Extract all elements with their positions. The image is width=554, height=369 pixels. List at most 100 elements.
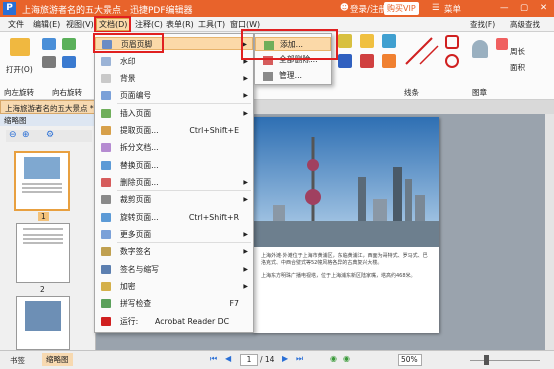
menu-item-label: 拆分文档... — [120, 143, 159, 152]
doc-menu-item[interactable]: 背景 ▶ — [95, 72, 253, 85]
doc-menu-item[interactable]: 裁剪页面 ▶ — [95, 193, 253, 206]
page-thumbnail-2[interactable] — [16, 223, 70, 283]
thumbnail-panel-header: 缩略图 — [0, 114, 96, 126]
document-tab[interactable]: 上海旅游者名的五大景点 * — [0, 100, 100, 114]
perimeter-button[interactable]: 周长 — [510, 46, 525, 57]
doc-menu-item[interactable]: 水印 ▶ — [95, 55, 253, 68]
thumbnails-tab[interactable]: 缩略图 — [42, 353, 73, 366]
undo-icon[interactable] — [62, 38, 76, 50]
user-icon[interactable]: ☻ — [340, 3, 349, 13]
back-icon[interactable]: ◉ — [330, 354, 337, 363]
prev-page-icon[interactable]: ◀ — [225, 354, 231, 363]
menu-comment[interactable]: 注释(C) — [135, 19, 163, 30]
rectangle-tool-icon[interactable] — [445, 35, 459, 49]
options-icon[interactable]: ⚙ — [46, 130, 54, 140]
minimize-button[interactable]: — — [500, 3, 509, 13]
doc-menu-item[interactable]: 删除页面... ▶ — [95, 176, 253, 189]
page-input[interactable]: 1 — [240, 354, 258, 366]
line-button-label[interactable]: 线条 — [404, 87, 419, 98]
ellipse-tool-icon[interactable] — [445, 54, 459, 68]
menu-item-icon — [101, 109, 111, 118]
eraser-icon[interactable] — [496, 38, 508, 50]
rotate-right-button[interactable]: 向右旋转 — [52, 87, 82, 98]
menu-view[interactable]: 视图(V) — [66, 19, 94, 30]
maximize-button[interactable]: ▢ — [520, 3, 528, 13]
typewriter-icon[interactable] — [382, 34, 396, 48]
menu-label[interactable]: 菜单 — [444, 3, 461, 15]
doc-menu-item[interactable]: 插入页面 ▶ — [95, 107, 253, 120]
submenu-arrow-icon: ▶ — [243, 179, 248, 186]
page-thumbnail-3[interactable] — [16, 296, 70, 350]
menu-icon[interactable]: ☰ — [432, 3, 440, 13]
doc-menu-item[interactable]: 旋转页面... Ctrl+Shift+R — [95, 211, 253, 224]
submenu-item[interactable]: 管理... — [255, 69, 331, 83]
menu-item-label: 提取页面... — [120, 126, 159, 135]
next-page-icon[interactable]: ▶ — [282, 354, 288, 363]
stamp-button-label[interactable]: 图章 — [472, 87, 487, 98]
zoom-slider[interactable] — [470, 360, 540, 361]
first-page-icon[interactable]: ⏮ — [210, 354, 217, 364]
doc-menu-item[interactable]: 替换页面... — [95, 159, 253, 172]
menu-item-label: 替换页面... — [120, 161, 159, 170]
menu-item-label: 加密 — [120, 282, 136, 291]
email-icon[interactable] — [62, 56, 76, 68]
rotate-left-button[interactable]: 向左旋转 — [4, 87, 34, 98]
submenu-arrow-icon: ▶ — [243, 283, 248, 290]
menu-item-icon — [101, 57, 111, 66]
vertical-scrollbar[interactable] — [545, 114, 554, 350]
find-button[interactable]: 查找(F) — [470, 19, 495, 30]
open-folder-icon[interactable] — [10, 38, 30, 56]
doc-menu-item[interactable]: 提取页面... Ctrl+Shift+E — [95, 124, 253, 137]
menu-item-icon — [101, 317, 111, 326]
note-tool-icon[interactable] — [360, 34, 374, 48]
zoom-out-icon[interactable]: ⊖ — [9, 130, 17, 140]
doc-menu-item[interactable]: 加密 ▶ — [95, 280, 253, 293]
zoom-slider-handle[interactable] — [484, 355, 489, 365]
doc-menu-item[interactable]: 更多页面 ▶ — [95, 228, 253, 241]
doc-menu-item[interactable]: 拼写检查 F7 — [95, 297, 253, 310]
doc-menu-item[interactable]: 拆分文档... — [95, 141, 253, 154]
buy-vip-button[interactable]: 购买VIP — [384, 2, 419, 15]
open-button-label[interactable]: 打开(O) — [6, 64, 33, 75]
callout-tool-icon[interactable] — [360, 54, 374, 68]
menu-edit[interactable]: 编辑(E) — [33, 19, 60, 30]
highlight-icon[interactable] — [382, 54, 396, 68]
menu-item-shortcut: Ctrl+Shift+R — [188, 213, 239, 222]
menu-item-label: 旋转页面... — [120, 213, 159, 222]
stamp-icon[interactable] — [472, 40, 488, 58]
menu-tools[interactable]: 工具(T) — [198, 19, 225, 30]
doc-menu-item[interactable]: 运行: Acrobat Reader DC — [95, 315, 253, 328]
submenu-arrow-icon: ▶ — [243, 266, 248, 273]
last-page-icon[interactable]: ⏭ — [296, 354, 303, 364]
menu-file[interactable]: 文件 — [8, 19, 24, 30]
menu-item-icon — [101, 126, 111, 135]
menu-form[interactable]: 表单(R) — [166, 19, 194, 30]
menu-item-shortcut: Ctrl+Shift+E — [189, 126, 239, 135]
close-button[interactable]: ✕ — [540, 3, 547, 13]
menu-item-label: 删除页面... — [120, 178, 159, 187]
area-button[interactable]: 面积 — [510, 62, 525, 73]
zoom-select[interactable]: 50% — [398, 354, 422, 366]
page-total: / 14 — [260, 355, 275, 364]
bookmarks-tab[interactable]: 书签 — [10, 355, 25, 366]
text-tool-icon[interactable] — [338, 34, 352, 48]
menu-item-icon — [101, 91, 111, 100]
menu-item-shortcut: F7 — [229, 299, 239, 308]
menu-item-icon — [101, 161, 111, 170]
forward-icon[interactable]: ◉ — [343, 354, 350, 363]
zoom-in-icon[interactable]: ⊕ — [22, 130, 30, 140]
textbox-tool-icon[interactable] — [338, 54, 352, 68]
login-link[interactable]: 登录/注册 — [350, 3, 387, 15]
print-icon[interactable] — [42, 56, 56, 68]
doc-menu-item[interactable]: 签名与缩写 ▶ — [95, 263, 253, 276]
advanced-find-button[interactable]: 高级查找 — [510, 19, 540, 30]
doc-menu-item[interactable]: 页面编号 ▶ — [95, 89, 253, 102]
page-thumbnail-1[interactable] — [14, 151, 70, 211]
menu-item-extra: Acrobat Reader DC — [155, 317, 230, 326]
save-icon[interactable] — [42, 38, 56, 50]
line-tools-icon[interactable] — [402, 34, 442, 68]
doc-menu-item[interactable]: 数字签名 ▶ — [95, 245, 253, 258]
menu-item-icon — [101, 299, 111, 308]
menu-item-label: 拼写检查 — [120, 299, 152, 308]
submenu-arrow-icon: ▶ — [243, 92, 248, 99]
